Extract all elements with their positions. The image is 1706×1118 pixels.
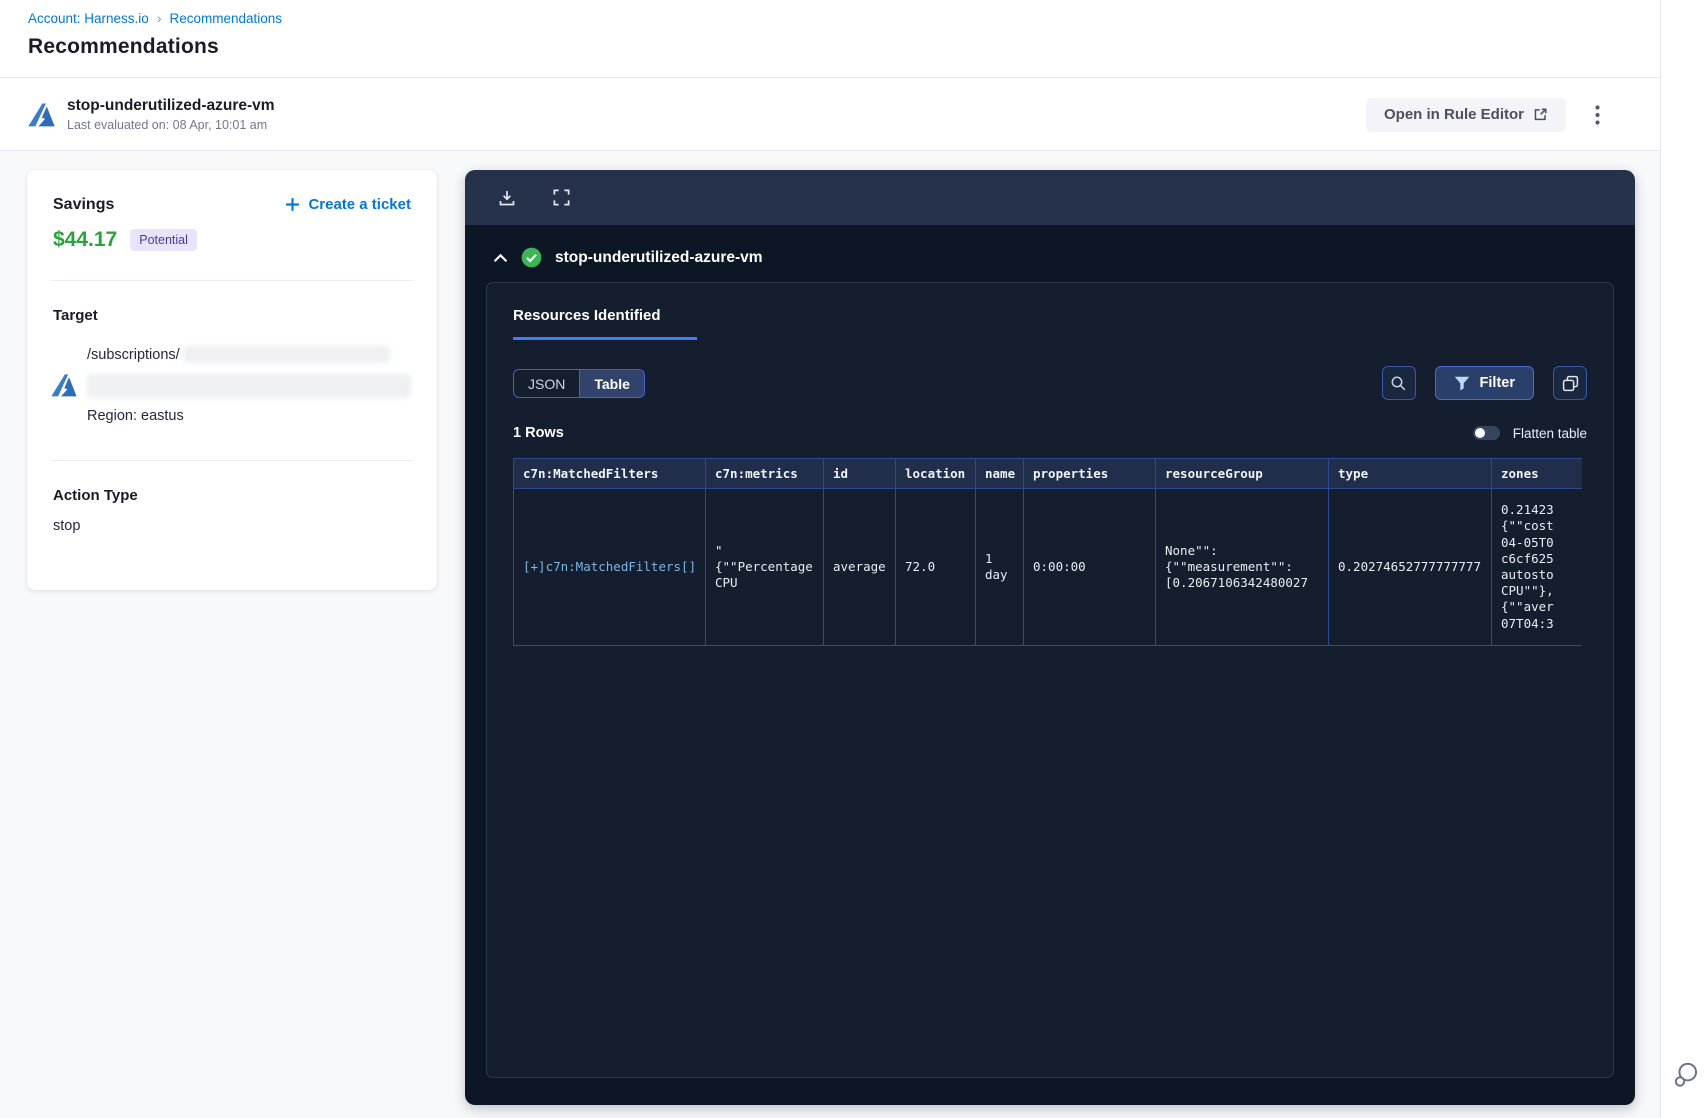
azure-logo-icon: [28, 102, 55, 126]
cell-properties: 0:00:00: [1023, 488, 1156, 646]
table-header-row: c7n:MatchedFilters c7n:metrics id locati…: [513, 458, 1582, 489]
divider: [51, 460, 413, 461]
col-header-name: name: [975, 458, 1024, 489]
breadcrumb-separator-icon: ›: [156, 10, 162, 26]
panel-toolbar: [465, 170, 1635, 225]
create-ticket-button[interactable]: Create a ticket: [285, 196, 411, 213]
page: Account: Harness.io › Recommendations Re…: [0, 0, 1706, 1118]
rule-output-panel: stop-underutilized-azure-vm Resources Id…: [465, 170, 1635, 1105]
cell-type: 0.20274652777777777: [1328, 488, 1492, 646]
breadcrumb-recommendations-link[interactable]: Recommendations: [169, 11, 282, 26]
col-header-zones: zones: [1491, 458, 1582, 489]
resources-table: c7n:MatchedFilters c7n:metrics id locati…: [513, 458, 1582, 646]
recommendation-header: stop-underutilized-azure-vm Last evaluat…: [0, 79, 1660, 151]
download-button[interactable]: [495, 186, 519, 210]
action-type-label: Action Type: [53, 487, 138, 504]
flatten-table-toggle[interactable]: [1472, 426, 1500, 440]
toggle-knob: [1474, 428, 1485, 438]
download-icon: [499, 190, 515, 205]
help-chat-button[interactable]: [1671, 1060, 1701, 1092]
breadcrumb: Account: Harness.io › Recommendations: [28, 10, 1660, 26]
view-mode-table[interactable]: Table: [579, 369, 644, 397]
right-rail: [1660, 0, 1706, 1118]
filter-button[interactable]: Filter: [1434, 366, 1534, 400]
cell-resource-group: None"": {""measurement"": [0.20671063424…: [1155, 488, 1329, 646]
recommendation-last-evaluated: Last evaluated on: 08 Apr, 10:01 am: [67, 118, 268, 132]
table-row: [+]c7n:MatchedFilters[] " {""Percentage …: [513, 488, 1582, 646]
panel-body: stop-underutilized-azure-vm Resources Id…: [465, 225, 1635, 1105]
open-in-rule-editor-button[interactable]: Open in Rule Editor: [1365, 97, 1566, 132]
redacted-target-path: [183, 346, 390, 363]
collapse-section-button[interactable]: [490, 248, 510, 268]
cell-id: average: [823, 488, 896, 646]
savings-amount: $44.17: [53, 228, 118, 251]
expand-matched-filters-link[interactable]: [+]c7n:MatchedFilters[]: [523, 559, 696, 574]
action-type-value: stop: [53, 518, 81, 534]
col-header-matched-filters: c7n:MatchedFilters: [513, 458, 706, 489]
target-label: Target: [53, 307, 98, 324]
resources-card: Resources Identified JSON Table Filter 1…: [486, 282, 1614, 1078]
filter-funnel-icon: [1454, 376, 1469, 391]
view-mode-toggle: JSON Table: [513, 368, 645, 398]
page-header: Account: Harness.io › Recommendations Re…: [0, 0, 1660, 78]
col-header-id: id: [823, 458, 896, 489]
view-mode-json[interactable]: JSON: [514, 370, 579, 397]
col-header-type: type: [1328, 458, 1492, 489]
breadcrumb-account-link[interactable]: Account: Harness.io: [28, 11, 149, 26]
create-ticket-label: Create a ticket: [308, 196, 411, 213]
chat-bubbles-icon: [1674, 1062, 1698, 1087]
savings-potential-badge: Potential: [130, 229, 197, 251]
copy-button[interactable]: [1553, 366, 1587, 400]
success-check-icon: [521, 247, 542, 268]
cell-zones: 0.21423 {""cost 04-05T0 c6cf625 autosto …: [1491, 488, 1582, 646]
search-button[interactable]: [1381, 366, 1416, 400]
flatten-table-label: Flatten table: [1512, 425, 1587, 441]
recommendation-summary-card: Savings Create a ticket $44.17 Potential…: [27, 170, 437, 590]
fullscreen-button[interactable]: [549, 186, 573, 210]
recommendation-titles: stop-underutilized-azure-vm Last evaluat…: [67, 97, 275, 132]
col-header-metrics: c7n:metrics: [705, 458, 824, 489]
redacted-target-resource: [87, 374, 411, 398]
savings-label: Savings: [53, 196, 115, 213]
content-area: Savings Create a ticket $44.17 Potential…: [0, 152, 1660, 1118]
open-in-rule-editor-label: Open in Rule Editor: [1383, 106, 1524, 123]
target-path: /subscriptions/: [87, 346, 180, 363]
divider: [51, 280, 413, 281]
col-header-location: location: [895, 458, 976, 489]
search-icon: [1391, 376, 1406, 390]
col-header-properties: properties: [1023, 458, 1156, 489]
target-region: Region: eastus: [87, 408, 184, 424]
fullscreen-icon: [553, 189, 569, 206]
chevron-up-icon: [493, 253, 507, 262]
col-header-resource-group: resourceGroup: [1155, 458, 1329, 489]
more-options-button[interactable]: [1582, 98, 1612, 132]
resources-table-container: c7n:MatchedFilters c7n:metrics id locati…: [513, 458, 1582, 646]
cell-metrics: " {""Percentage CPU: [705, 488, 824, 646]
target-block: /subscriptions/ Region: eastus: [51, 346, 411, 432]
tab-resources-identified[interactable]: Resources Identified: [513, 307, 697, 340]
rows-count: 1 Rows: [513, 425, 564, 441]
azure-target-icon: [51, 374, 77, 397]
kebab-menu-icon: [1594, 104, 1600, 125]
page-title: Recommendations: [28, 35, 219, 58]
cell-location: 72.0: [895, 488, 976, 646]
filter-button-label: Filter: [1479, 375, 1515, 391]
cell-name: 1 day: [975, 488, 1024, 646]
external-link-icon: [1534, 108, 1547, 121]
plus-icon: [286, 198, 300, 211]
copy-icon: [1562, 375, 1578, 391]
recommendation-name: stop-underutilized-azure-vm: [67, 97, 275, 114]
panel-rule-title: stop-underutilized-azure-vm: [555, 248, 763, 266]
